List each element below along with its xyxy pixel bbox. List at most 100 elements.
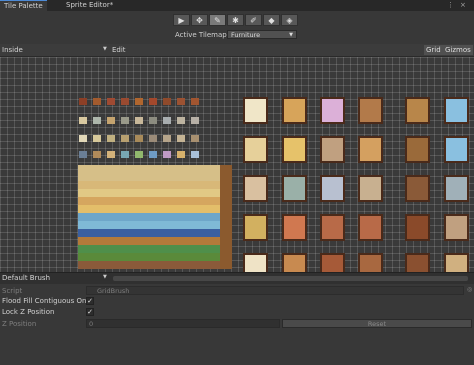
tile-cell[interactable] <box>320 136 345 163</box>
tile-cell[interactable] <box>405 175 430 202</box>
picker-tool-button[interactable]: ✐ <box>245 14 262 26</box>
tile-swatch[interactable] <box>121 151 129 158</box>
tile-cell[interactable] <box>243 253 268 272</box>
more-options-icon[interactable]: ⋮ <box>447 1 454 9</box>
tile-swatch[interactable] <box>135 135 143 142</box>
tile-cell[interactable] <box>444 97 469 124</box>
tile-cell[interactable] <box>282 136 307 163</box>
tile-cell[interactable] <box>243 175 268 202</box>
tile-swatch[interactable] <box>135 151 143 158</box>
tile-cell[interactable] <box>444 214 469 241</box>
tile-swatch[interactable] <box>149 135 157 142</box>
brush-dropdown[interactable]: Default Brush <box>2 274 50 282</box>
tile-swatch[interactable] <box>93 98 101 105</box>
tile-swatch[interactable] <box>107 135 115 142</box>
box-fill-tool-button[interactable]: ✱ <box>227 14 244 26</box>
lock-z-checkbox[interactable]: ✓ <box>86 308 94 316</box>
tile-swatch[interactable] <box>191 151 199 158</box>
gizmos-toggle-button[interactable]: Gizmos <box>443 45 473 55</box>
tile-swatch[interactable] <box>149 151 157 158</box>
tile-cell[interactable] <box>405 97 430 124</box>
tile-cell[interactable] <box>358 175 383 202</box>
tile-cell[interactable] <box>243 214 268 241</box>
tile-cell[interactable] <box>282 214 307 241</box>
tile-swatch[interactable] <box>79 151 87 158</box>
tile-swatch[interactable] <box>93 135 101 142</box>
palette-dropdown[interactable]: Inside <box>2 46 23 54</box>
tile-cell[interactable] <box>358 136 383 163</box>
tile-cell[interactable] <box>405 253 430 272</box>
tile-swatch[interactable] <box>149 117 157 124</box>
tile-swatch[interactable] <box>191 135 199 142</box>
tile-cell[interactable] <box>358 214 383 241</box>
tile-swatch[interactable] <box>79 98 87 105</box>
tile-swatch[interactable] <box>191 117 199 124</box>
tab-bar: Tile Palette Sprite Editor* ⋮ × <box>0 0 474 11</box>
tile-swatch[interactable] <box>177 117 185 124</box>
reset-button[interactable]: Reset <box>282 319 472 328</box>
tile-stripe <box>78 205 232 213</box>
tile-cell[interactable] <box>320 214 345 241</box>
tile-swatch[interactable] <box>149 98 157 105</box>
tile-swatch[interactable] <box>79 135 87 142</box>
tile-strip-block[interactable] <box>78 165 232 269</box>
tile-swatch[interactable] <box>107 117 115 124</box>
tile-swatch[interactable] <box>163 98 171 105</box>
tile-cell[interactable] <box>320 175 345 202</box>
active-tilemap-dropdown[interactable]: Furniture ▼ <box>227 30 297 39</box>
tile-cell[interactable] <box>320 97 345 124</box>
z-position-field[interactable]: 0 <box>86 319 280 328</box>
tile-swatch[interactable] <box>163 151 171 158</box>
move-tool-button[interactable]: ✥ <box>191 14 208 26</box>
tile-swatch[interactable] <box>177 135 185 142</box>
tab-sprite-editor[interactable]: Sprite Editor* <box>62 0 117 11</box>
tile-cell[interactable] <box>405 136 430 163</box>
tile-swatch[interactable] <box>163 117 171 124</box>
tile-swatch[interactable] <box>107 98 115 105</box>
tile-swatch[interactable] <box>93 151 101 158</box>
tile-swatch[interactable] <box>177 151 185 158</box>
tile-swatch[interactable] <box>121 98 129 105</box>
tab-label: Tile Palette <box>4 2 43 10</box>
grid-toggle-button[interactable]: Grid <box>424 45 443 55</box>
script-field[interactable]: GridBrush <box>86 286 464 295</box>
edit-button[interactable]: Edit <box>112 46 126 54</box>
fill-tool-button[interactable]: ◈ <box>281 14 298 26</box>
tile-swatch[interactable] <box>79 117 87 124</box>
horizontal-scrollbar[interactable] <box>113 276 468 281</box>
tile-cell[interactable] <box>282 97 307 124</box>
tile-cell[interactable] <box>358 97 383 124</box>
tile-cell[interactable] <box>243 136 268 163</box>
tile-swatch[interactable] <box>177 98 185 105</box>
target-icon[interactable]: ◎ <box>467 286 472 293</box>
tile-swatch[interactable] <box>93 117 101 124</box>
tile-stripe <box>78 229 232 237</box>
tile-cell[interactable] <box>320 253 345 272</box>
erase-tool-button[interactable]: ◆ <box>263 14 280 26</box>
tab-tile-palette[interactable]: Tile Palette <box>0 0 47 11</box>
tile-cell[interactable] <box>444 253 469 272</box>
tile-cell[interactable] <box>282 175 307 202</box>
tile-swatch[interactable] <box>121 117 129 124</box>
tile-swatch[interactable] <box>121 135 129 142</box>
tile-cell[interactable] <box>358 253 383 272</box>
tile-swatch[interactable] <box>191 98 199 105</box>
tile-stripe <box>78 213 232 221</box>
select-tool-button[interactable]: ▶ <box>173 14 190 26</box>
paint-tool-button[interactable]: ✎ <box>209 14 226 26</box>
tile-swatch[interactable] <box>107 151 115 158</box>
eraser-icon: ◆ <box>268 15 275 25</box>
tile-swatch[interactable] <box>135 117 143 124</box>
tile-cell[interactable] <box>444 136 469 163</box>
tile-swatch[interactable] <box>135 98 143 105</box>
close-icon[interactable]: × <box>460 1 466 9</box>
z-position-value: 0 <box>89 320 94 328</box>
flood-fill-checkbox[interactable]: ✓ <box>86 297 94 305</box>
tile-cell[interactable] <box>282 253 307 272</box>
tile-palette-grid[interactable] <box>0 57 474 272</box>
tile-stripe <box>78 181 232 189</box>
tile-cell[interactable] <box>405 214 430 241</box>
tile-cell[interactable] <box>444 175 469 202</box>
tile-swatch[interactable] <box>163 135 171 142</box>
tile-cell[interactable] <box>243 97 268 124</box>
